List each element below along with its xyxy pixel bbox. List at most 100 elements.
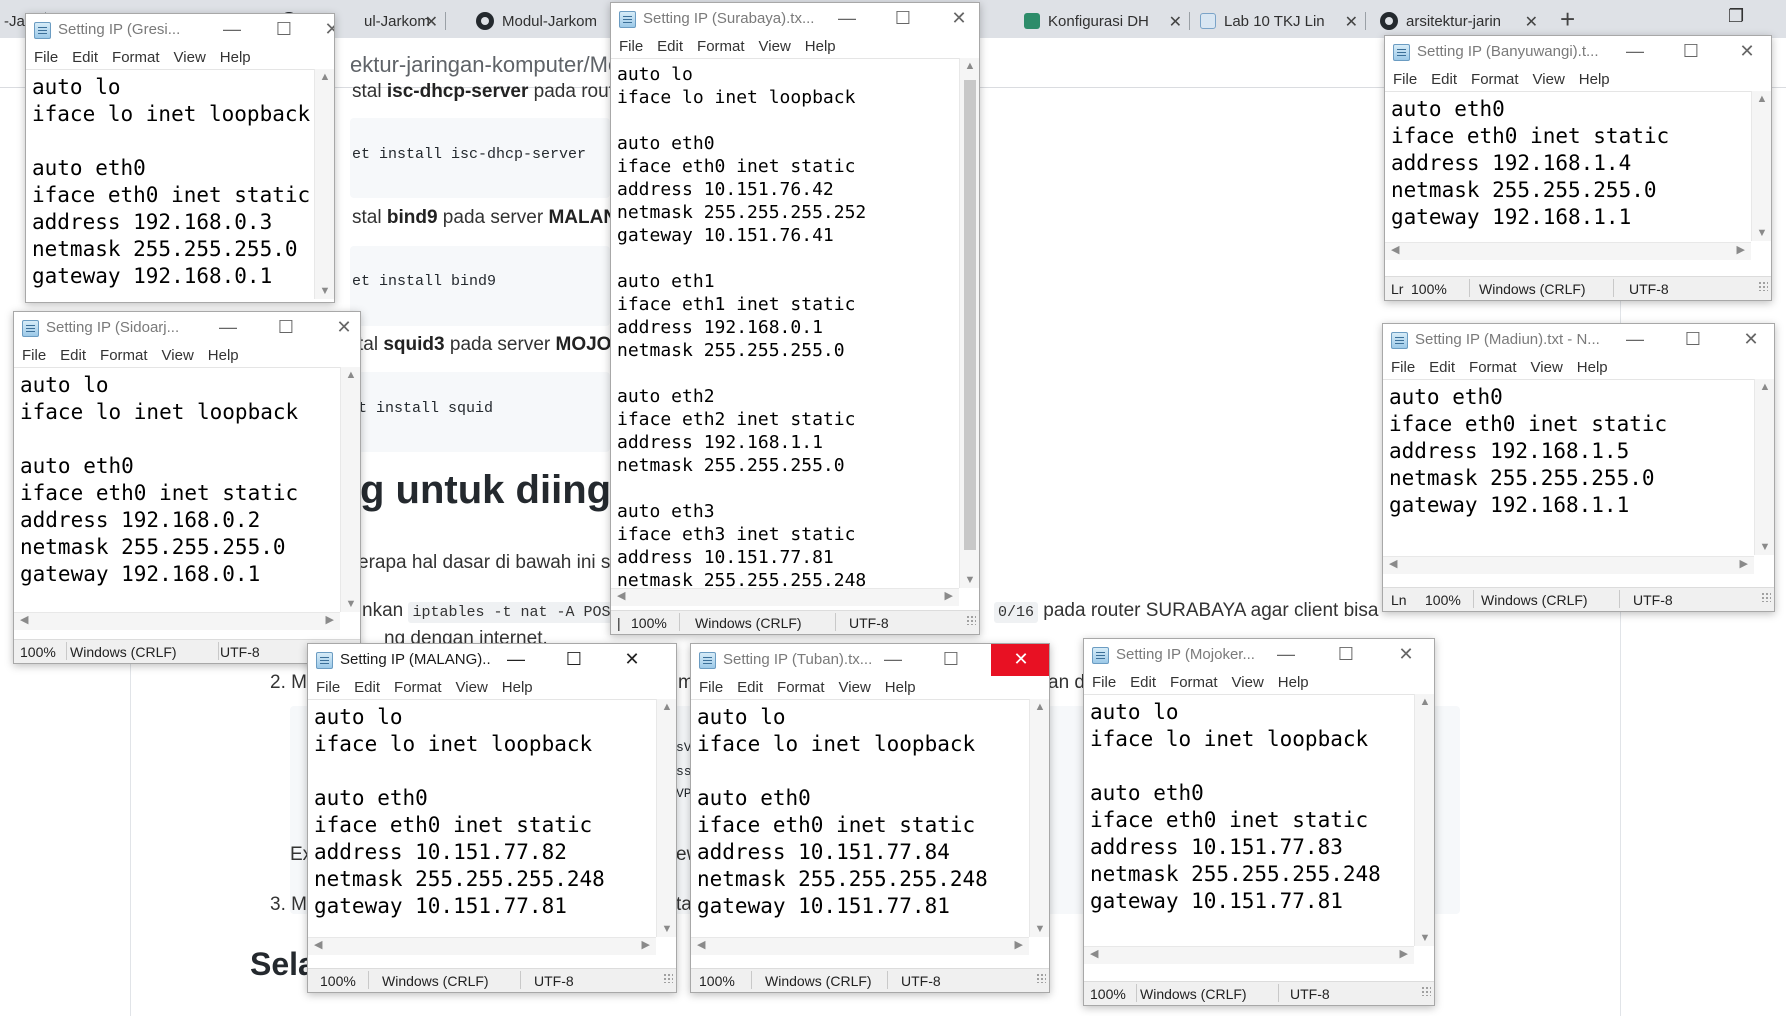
menu-format[interactable]: Format [1469, 359, 1517, 376]
menu-edit[interactable]: Edit [354, 679, 380, 696]
resize-grip[interactable] [1036, 973, 1046, 983]
title-bar[interactable]: Setting IP (Banyuwangi).t... — ☐ ✕ [1385, 36, 1771, 68]
resize-grip[interactable] [1421, 986, 1431, 996]
minimize-icon[interactable]: — [821, 3, 873, 35]
menu-view[interactable]: View [839, 679, 871, 696]
browser-tab[interactable]: Modul-Jarkom [466, 4, 616, 38]
maximize-icon[interactable]: ☐ [548, 644, 600, 676]
vertical-scrollbar[interactable]: ▲ ▼ [959, 58, 979, 588]
menu-edit[interactable]: Edit [72, 49, 98, 66]
menu-format[interactable]: Format [697, 38, 745, 55]
close-icon[interactable]: ✕ [318, 312, 360, 344]
minimize-icon[interactable]: — [202, 312, 254, 344]
vertical-scrollbar[interactable]: ▲ ▼ [1029, 699, 1049, 937]
close-icon[interactable]: ✕ [1380, 639, 1432, 671]
title-bar[interactable]: Setting IP (Madiun).txt - N... — ☐ ✕ [1383, 324, 1774, 356]
tab-close-icon[interactable]: ✕ [425, 12, 438, 32]
horizontal-scrollbar[interactable]: ◀ ▶ [308, 937, 656, 955]
minimize-icon[interactable]: — [1609, 324, 1661, 356]
menu-view[interactable]: View [759, 38, 791, 55]
text-editor[interactable]: auto lo iface lo inet loopback auto eth0… [1084, 694, 1414, 946]
menu-help[interactable]: Help [1579, 71, 1610, 88]
menu-view[interactable]: View [1533, 71, 1565, 88]
new-tab-button[interactable]: + [1560, 4, 1575, 35]
close-icon[interactable]: ✕ [1721, 36, 1771, 68]
vertical-scrollbar[interactable]: ▲ ▼ [340, 367, 360, 612]
close-icon[interactable]: ✕ [933, 3, 979, 35]
menu-help[interactable]: Help [1577, 359, 1608, 376]
text-editor[interactable]: auto lo iface lo inet loopback auto eth0… [611, 58, 959, 588]
tab-close-icon[interactable]: ✕ [1525, 12, 1538, 32]
browser-tab[interactable]: Lab 10 TKJ Lin ✕ [1190, 4, 1366, 38]
menu-help[interactable]: Help [885, 679, 916, 696]
minimize-icon[interactable]: — [1609, 36, 1661, 68]
menu-view[interactable]: View [1232, 674, 1264, 691]
title-bar[interactable]: Setting IP (MALANG).... — ☐ ✕ [308, 644, 676, 676]
menu-help[interactable]: Help [1278, 674, 1309, 691]
menu-format[interactable]: Format [1170, 674, 1218, 691]
menu-format[interactable]: Format [1471, 71, 1519, 88]
close-icon[interactable]: ✕ [606, 644, 658, 676]
menu-view[interactable]: View [174, 49, 206, 66]
title-bar[interactable]: Setting IP (Gresi... — ☐ ✕ [26, 14, 334, 46]
scroll-thumb[interactable] [964, 80, 976, 550]
menu-view[interactable]: View [162, 347, 194, 364]
resize-grip[interactable] [1761, 592, 1771, 602]
maximize-icon[interactable]: ☐ [1667, 324, 1719, 356]
vertical-scrollbar[interactable]: ▲ ▼ [1751, 91, 1771, 241]
resize-grip[interactable] [1758, 281, 1768, 291]
menu-format[interactable]: Format [394, 679, 442, 696]
browser-tab[interactable]: Konfigurasi DH ✕ [1014, 4, 1190, 38]
menu-file[interactable]: File [34, 49, 58, 66]
minimize-icon[interactable]: — [1260, 639, 1312, 671]
text-editor[interactable]: auto lo iface lo inet loopback auto eth0… [691, 699, 1029, 937]
menu-file[interactable]: File [699, 679, 723, 696]
notepad-window-malang[interactable]: Setting IP (MALANG).... — ☐ ✕ File Edit … [307, 643, 677, 993]
horizontal-scrollbar[interactable]: ◀ ▶ [1383, 556, 1754, 574]
close-icon[interactable]: ✕ [1725, 324, 1774, 356]
menu-help[interactable]: Help [805, 38, 836, 55]
menu-help[interactable]: Help [502, 679, 533, 696]
minimize-icon[interactable]: — [490, 644, 542, 676]
vertical-scrollbar[interactable]: ▲ ▼ [1754, 379, 1774, 555]
horizontal-scrollbar[interactable]: ◀ ▶ [611, 588, 959, 606]
tab-close-icon[interactable]: ✕ [1345, 12, 1358, 32]
maximize-icon[interactable]: ☐ [260, 312, 312, 344]
menu-file[interactable]: File [1092, 674, 1116, 691]
text-editor[interactable]: auto eth0 iface eth0 inet static address… [1385, 91, 1751, 241]
maximize-icon[interactable]: ☐ [1320, 639, 1372, 671]
browser-restore-icon[interactable]: ❐ [1728, 6, 1744, 27]
vertical-scrollbar[interactable]: ▲ ▼ [314, 69, 334, 299]
notepad-window-madiun[interactable]: Setting IP (Madiun).txt - N... — ☐ ✕ Fil… [1382, 323, 1775, 612]
tab-close-icon[interactable]: ✕ [1169, 12, 1182, 32]
title-bar[interactable]: Setting IP (Surabaya).tx... — ☐ ✕ [611, 3, 979, 35]
minimize-icon[interactable]: — [867, 644, 919, 676]
horizontal-scrollbar[interactable]: ◀ ▶ [14, 612, 340, 630]
text-editor[interactable]: auto lo iface lo inet loopback auto eth0… [308, 699, 656, 937]
notepad-window-tuban[interactable]: Setting IP (Tuban).tx... — ☐ ✕ File Edit… [690, 643, 1050, 993]
maximize-icon[interactable]: ☐ [925, 644, 977, 676]
text-editor[interactable]: auto lo iface lo inet loopback auto eth0… [14, 367, 340, 612]
menu-help[interactable]: Help [208, 347, 239, 364]
title-bar[interactable]: Setting IP (Sidoarj... — ☐ ✕ [14, 312, 360, 344]
text-editor[interactable]: auto lo iface lo inet loopback auto eth0… [26, 69, 314, 299]
horizontal-scrollbar[interactable]: ◀ ▶ [1084, 946, 1414, 964]
menu-file[interactable]: File [22, 347, 46, 364]
vertical-scrollbar[interactable]: ▲ ▼ [1414, 694, 1434, 946]
notepad-window-sidoarjo[interactable]: Setting IP (Sidoarj... — ☐ ✕ File Edit F… [13, 311, 361, 664]
menu-file[interactable]: File [1391, 359, 1415, 376]
menu-edit[interactable]: Edit [60, 347, 86, 364]
url-text[interactable]: ektur-jaringan-komputer/Mod [350, 52, 632, 78]
menu-format[interactable]: Format [777, 679, 825, 696]
menu-file[interactable]: File [619, 38, 643, 55]
menu-edit[interactable]: Edit [1130, 674, 1156, 691]
resize-grip[interactable] [966, 615, 976, 625]
notepad-window-surabaya[interactable]: Setting IP (Surabaya).tx... — ☐ ✕ File E… [610, 2, 980, 635]
horizontal-scrollbar[interactable]: ◀ ▶ [691, 937, 1029, 955]
maximize-icon[interactable]: ☐ [258, 14, 310, 46]
title-bar[interactable]: Setting IP (Tuban).tx... — ☐ ✕ [691, 644, 1049, 676]
notepad-window-gresik[interactable]: Setting IP (Gresi... — ☐ ✕ File Edit For… [25, 13, 335, 303]
menu-file[interactable]: File [1393, 71, 1417, 88]
notepad-window-banyuwangi[interactable]: Setting IP (Banyuwangi).t... — ☐ ✕ File … [1384, 35, 1772, 301]
close-icon[interactable]: ✕ [991, 644, 1049, 676]
